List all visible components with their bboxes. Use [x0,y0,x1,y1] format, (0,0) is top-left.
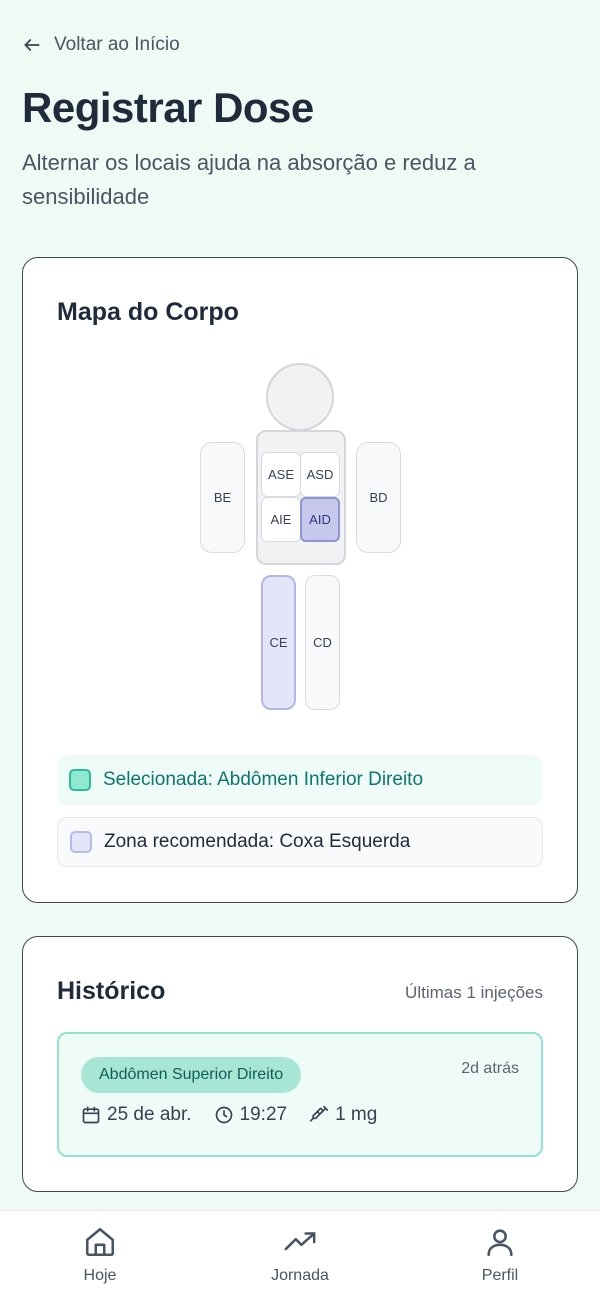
entry-details: 25 de abr. 19:27 1 mg [81,1104,377,1126]
entry-time: 19:27 [214,1104,288,1126]
legend-recommended: Zona recomendada: Coxa Esquerda [57,817,543,867]
zone-aid[interactable]: AID [300,497,340,542]
legend-recommended-label: Zona recomendada: Coxa Esquerda [104,831,411,852]
nav-journey-label: Jornada [271,1267,329,1284]
legend-selected-label: Selecionada: Abdômen Inferior Direito [103,769,424,790]
nav-profile[interactable]: Perfil [440,1225,560,1285]
clock-icon [215,1106,232,1124]
bottom-nav: Hoje Jornada Perfil [0,1210,600,1300]
history-entry[interactable]: Abdômen Superior Direito 2d atrás 25 de … [57,1032,543,1157]
zone-be[interactable]: BE [200,442,245,553]
entry-date-value: 25 de abr. [107,1104,192,1125]
zone-cd[interactable]: CD [305,575,340,710]
back-link-label: Voltar ao Início [54,34,180,55]
body-map: BE BD ASE ASD AIE AID CE CD [23,258,577,902]
trending-up-icon [284,1232,316,1251]
home-icon [85,1227,115,1257]
nav-profile-label: Perfil [481,1267,519,1284]
entry-dose-value: 1 mg [335,1104,378,1125]
nav-home-label: Hoje [83,1267,117,1284]
selected-swatch [69,769,91,791]
legend-selected: Selecionada: Abdômen Inferior Direito [57,755,543,805]
back-link[interactable]: Voltar ao Início [22,34,180,56]
history-count: Últimas 1 injeções [405,983,543,1002]
page-title: Registrar Dose [22,84,314,131]
user-icon [487,1229,513,1257]
body-map-card: Mapa do Corpo BE BD ASE ASD AIE AID CE C… [22,257,578,903]
history-title: Histórico [57,977,166,1005]
zone-ce[interactable]: CE [261,575,296,710]
nav-journey[interactable]: Jornada [240,1225,360,1285]
nav-home[interactable]: Hoje [40,1225,160,1285]
page-subtitle: Alternar os locais ajuda na absorção e r… [22,150,476,209]
zone-ase[interactable]: ASE [261,452,301,497]
calendar-icon [82,1106,100,1124]
site-badge: Abdômen Superior Direito [81,1057,302,1093]
zone-asd[interactable]: ASD [300,452,340,497]
arrow-left-icon [24,39,40,51]
syringe-icon [309,1105,329,1122]
history-card: Histórico Últimas 1 injeções Abdômen Sup… [22,936,578,1192]
zone-aie[interactable]: AIE [261,497,301,542]
time-ago: 2d atrás [461,1060,519,1077]
entry-time-value: 19:27 [239,1104,288,1125]
body-head [266,363,334,431]
entry-dose: 1 mg [309,1104,377,1126]
recommended-swatch [70,831,92,853]
entry-date: 25 de abr. [81,1104,192,1126]
zone-bd[interactable]: BD [356,442,401,553]
